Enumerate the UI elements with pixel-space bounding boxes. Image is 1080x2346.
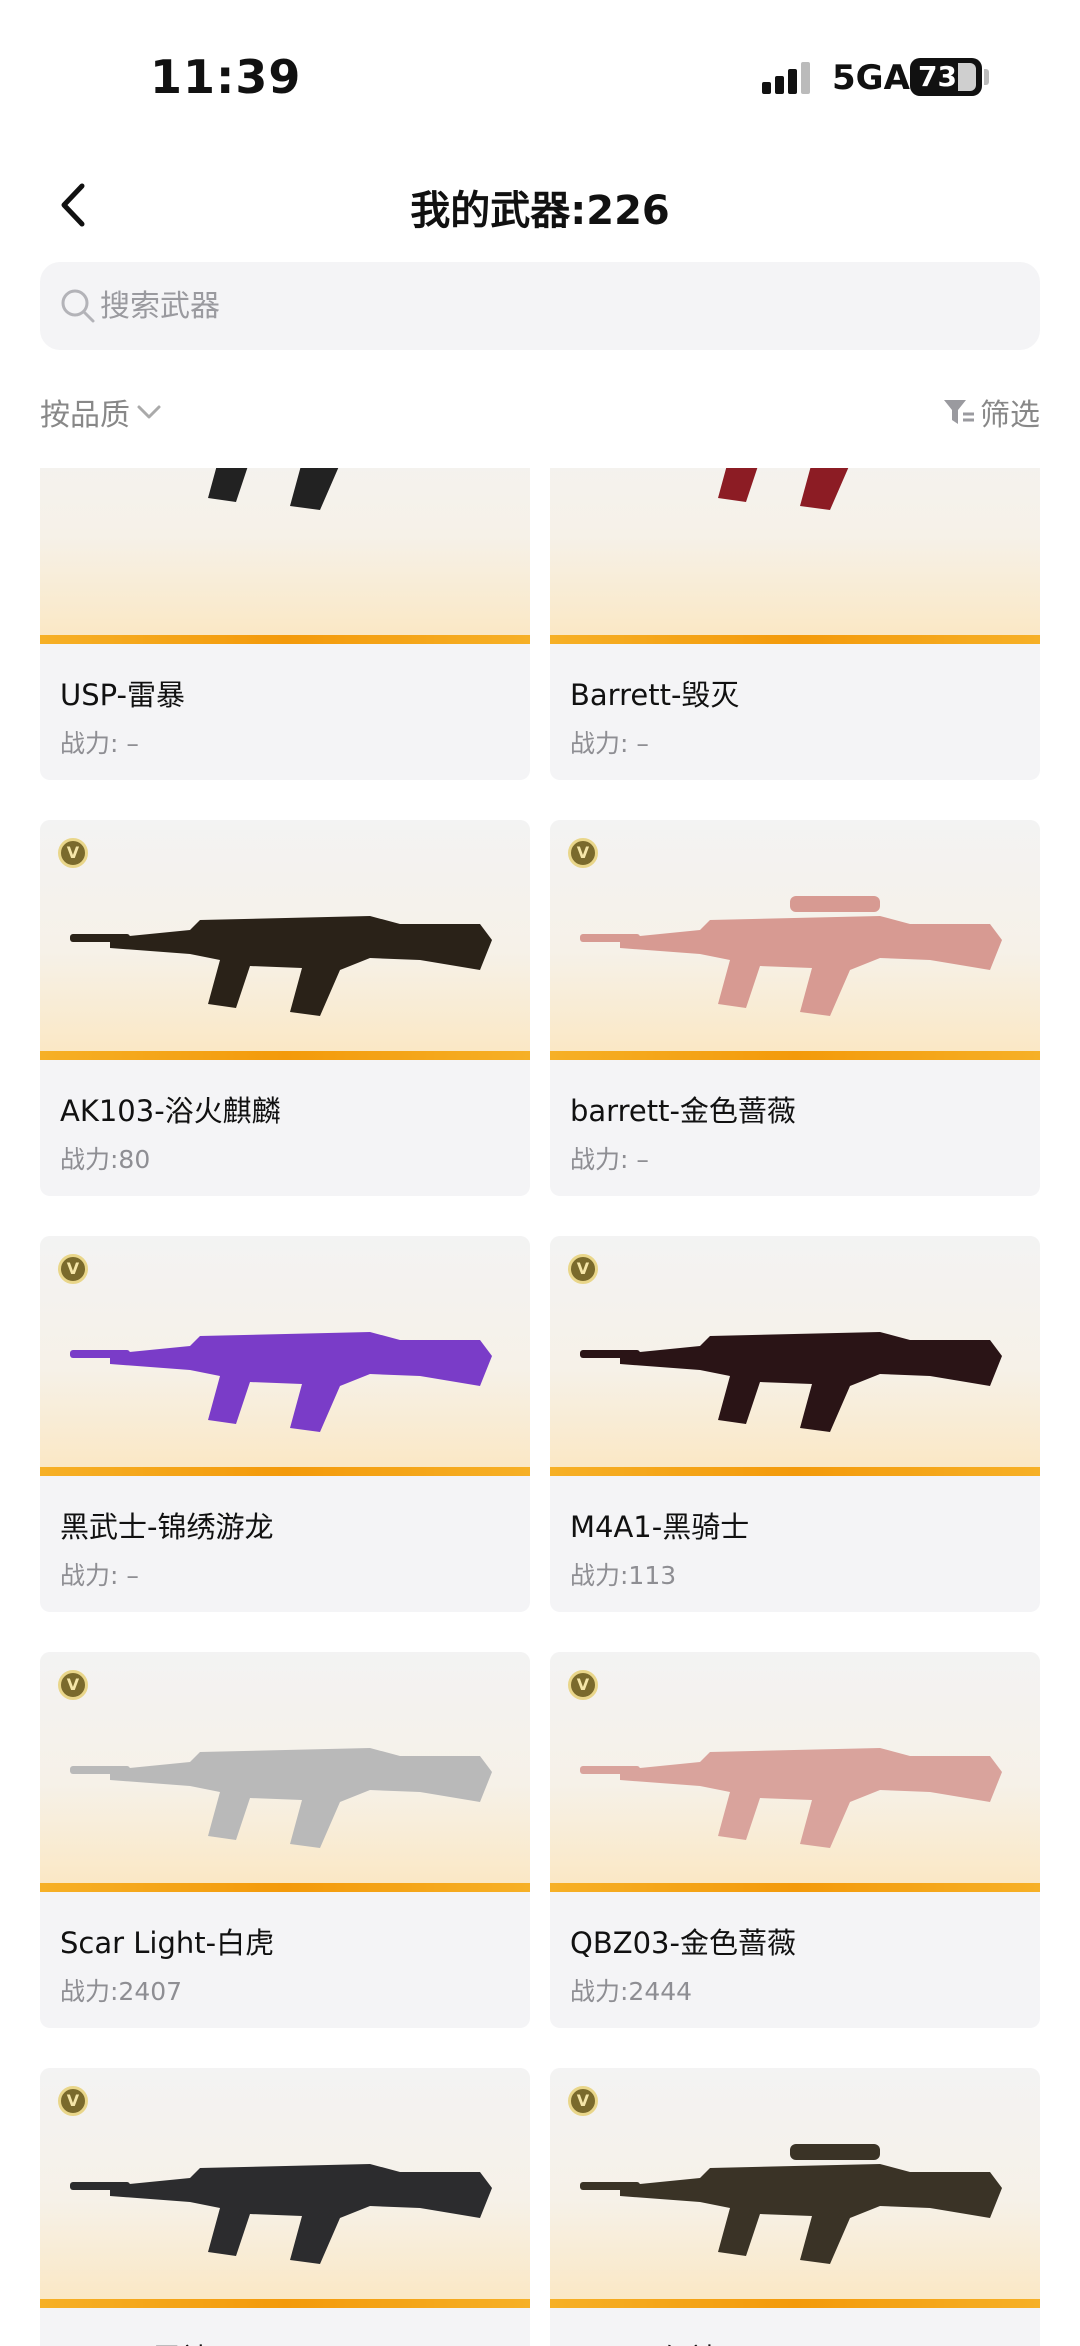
weapon-card[interactable]: V Scar Light-白虎 战力:2407: [40, 1652, 530, 2028]
weapon-name: Scar Light-白虎: [60, 1926, 275, 1960]
filter-label: 筛选: [980, 398, 1040, 433]
weapon-card[interactable]: V 黑武士-锦绣游龙 战力: –: [40, 1236, 530, 1612]
weapon-name: Barrett-毁灭: [570, 678, 740, 712]
chevron-down-icon: [137, 405, 161, 419]
assault-rifle-icon: [580, 1748, 1002, 1848]
weapon-card[interactable]: V QBZ03-金色蔷薇 战力:2444: [550, 1652, 1040, 2028]
weapon-power: 战力:113: [570, 1561, 677, 1590]
weapon-name: M4A1-雷神: [60, 2336, 210, 2346]
weapon-card[interactable]: V barrett-金色蔷薇 战力: –: [550, 820, 1040, 1196]
weapon-power: 战力: –: [570, 1145, 649, 1174]
filter-icon: [944, 400, 974, 424]
header: 我的武器:226: [0, 160, 1080, 250]
weapon-card[interactable]: V M4A1-黑骑士 战力:113: [550, 1236, 1040, 1612]
battery-level: 73: [918, 60, 957, 93]
weapon-image: V: [40, 468, 530, 644]
weapon-image: V: [550, 1236, 1040, 1476]
weapon-name: USP-雷暴: [60, 678, 185, 712]
weapon-list[interactable]: V USP-雷暴 战力: – V Barrett-毁灭: [0, 468, 1080, 2346]
weapon-power: 战力: –: [60, 729, 139, 758]
search-bar[interactable]: [40, 262, 1040, 350]
weapon-card[interactable]: V USP-雷暴 战力: –: [40, 468, 530, 780]
battery-icon: 73: [910, 58, 982, 96]
weapon-power: 战力:2444: [570, 1977, 693, 2006]
search-icon: [61, 289, 95, 323]
weapon-power: 战力: –: [60, 1561, 139, 1590]
sniper-bipod-icon: [718, 468, 849, 510]
status-time: 11:39: [150, 50, 302, 104]
status-bar: 11:39 5GA 73: [0, 0, 1080, 150]
weapon-power: 战力:2407: [60, 1977, 183, 2006]
battle-rifle-icon: [70, 1748, 492, 1848]
assault-rifle-icon: [70, 916, 492, 1016]
pistol-icon: [208, 468, 339, 510]
battery-nub: [984, 69, 989, 85]
weapon-power: 战力:80: [60, 1145, 151, 1174]
page-title: 我的武器:226: [410, 188, 670, 234]
sort-dropdown[interactable]: 按品质: [40, 390, 164, 434]
weapon-card[interactable]: V M200-幻神 战力:4053: [550, 2068, 1040, 2346]
weapon-card[interactable]: V Barrett-毁灭 战力: –: [550, 468, 1040, 780]
weapon-image: V: [550, 820, 1040, 1060]
weapon-name: barrett-金色蔷薇: [570, 1094, 796, 1128]
weapon-image: V: [40, 1652, 530, 1892]
weapon-name: M4A1-黑骑士: [570, 1510, 750, 1544]
sort-label: 按品质: [40, 398, 130, 433]
weapon-name: AK103-浴火麒麟: [60, 1094, 281, 1128]
weapon-card[interactable]: V M4A1-雷神 战力:1590: [40, 2068, 530, 2346]
weapon-name: 黑武士-锦绣游龙: [60, 1510, 274, 1544]
weapon-card[interactable]: V AK103-浴火麒麟 战力:80: [40, 820, 530, 1196]
weapon-image: V: [40, 2068, 530, 2308]
weapon-grid: V USP-雷暴 战力: – V Barrett-毁灭: [40, 468, 1040, 2346]
weapon-image: V: [40, 820, 530, 1060]
search-input[interactable]: [100, 262, 1000, 350]
weapon-power: 战力: –: [570, 729, 649, 758]
weapon-name: QBZ03-金色蔷薇: [570, 1926, 796, 1960]
filter-button[interactable]: 筛选: [942, 390, 1040, 434]
assault-rifle-icon: [70, 1332, 492, 1432]
network-type: 5GA: [832, 58, 910, 98]
weapon-name: M200-幻神: [570, 2336, 719, 2346]
carbine-icon: [580, 1332, 1002, 1432]
weapon-image: V: [550, 468, 1040, 644]
carbine-icon: [70, 2164, 492, 2264]
sniper-rifle-icon: [580, 2144, 1002, 2264]
sniper-rifle-icon: [580, 896, 1002, 1016]
weapon-image: V: [40, 1236, 530, 1476]
weapon-image: V: [550, 2068, 1040, 2308]
signal-icon: [762, 60, 814, 94]
weapon-image: V: [550, 1652, 1040, 1892]
